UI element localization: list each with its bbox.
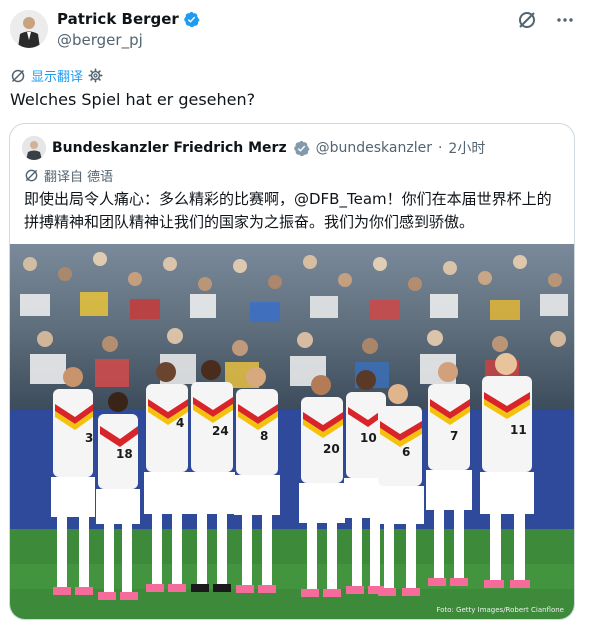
translate-icon	[25, 169, 38, 182]
grok-icon[interactable]	[515, 8, 539, 32]
jersey-number: 7	[450, 429, 458, 443]
tweet-text: Welches Spiel hat er gesehen?	[10, 90, 256, 109]
author-avatar[interactable]	[10, 10, 48, 48]
show-translation-row: 显示翻译	[10, 66, 103, 85]
author-handle[interactable]: @berger_pj	[57, 31, 200, 49]
quoted-author-handle[interactable]: @bundeskanzler	[316, 140, 432, 156]
quoted-author-name[interactable]: Bundeskanzler Friedrich Merz	[52, 140, 287, 156]
jersey-number: 3	[85, 431, 93, 445]
verified-badge-icon	[184, 11, 200, 27]
jersey-number: 6	[402, 445, 410, 459]
tweet-actions	[515, 8, 577, 32]
photo-credit: Foto: Getty Images/Robert Cianflone	[436, 606, 564, 614]
translated-from-label: 翻译自 德语	[44, 170, 114, 185]
tweet-author: Patrick Berger @berger_pj	[57, 9, 200, 49]
quoted-author-avatar[interactable]	[22, 136, 46, 160]
jersey-number: 20	[323, 442, 340, 456]
jersey-number: 24	[212, 424, 229, 438]
quoted-tweet-text: 即使出局令人痛心：多么精彩的比赛啊，@DFB_Team！你们在本届世界杯上的拼搏…	[24, 190, 552, 231]
more-icon[interactable]	[553, 8, 577, 32]
jersey-number: 8	[260, 429, 268, 443]
jersey-number: 4	[176, 416, 184, 430]
quoted-translation-row: 翻译自 德语	[24, 166, 113, 185]
author-name-link[interactable]: Patrick Berger	[57, 10, 200, 28]
quoted-tweet[interactable]: Bundeskanzler Friedrich Merz @bundeskanz…	[9, 123, 575, 620]
quoted-tweet-photo[interactable]: 3 18 4 24 8 20 10 6 7 11 Foto: Getty Ima…	[10, 244, 574, 619]
quoted-tweet-header: Bundeskanzler Friedrich Merz @bundeskanz…	[22, 136, 485, 160]
jersey-number: 10	[360, 431, 377, 445]
meta-separator: ·	[437, 140, 443, 156]
show-translation-link[interactable]: 显示翻译	[31, 66, 83, 85]
quoted-timestamp[interactable]: 2小时	[448, 138, 485, 158]
jersey-number: 11	[510, 423, 527, 437]
jersey-number: 18	[116, 447, 133, 461]
translate-icon	[11, 69, 25, 82]
author-name[interactable]: Patrick Berger	[57, 10, 179, 28]
gear-icon[interactable]	[88, 68, 103, 83]
verified-badge-icon	[293, 140, 310, 156]
